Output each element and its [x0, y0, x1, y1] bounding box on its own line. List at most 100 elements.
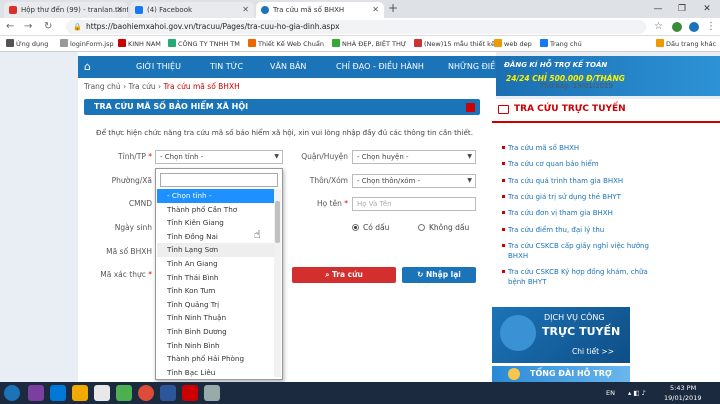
sidebar-item[interactable]: Tra cứu CSKCB Ký hợp đồng khám, chữa bện…: [502, 267, 658, 287]
sidebar-item[interactable]: Tra cứu đơn vị tham gia BHXH: [502, 208, 658, 218]
thonxom-select[interactable]: - Chọn thôn/xóm - ▼: [352, 174, 476, 188]
bookmark-item[interactable]: web dep: [494, 39, 532, 48]
dropdown-option[interactable]: - Chọn tỉnh -: [157, 189, 274, 203]
close-window-button[interactable]: ✕: [695, 0, 719, 18]
gmail-icon: [9, 6, 17, 14]
radio-codau[interactable]: Có dấu: [352, 223, 389, 232]
star-icon[interactable]: ☆: [654, 21, 663, 32]
bookmark-item[interactable]: Trang chủ: [540, 39, 582, 48]
dropdown-option[interactable]: Tỉnh Ninh Bình: [157, 339, 274, 353]
dropdown-option[interactable]: Tỉnh Thái Bình: [157, 271, 274, 285]
dropdown-scrollbar[interactable]: [274, 189, 281, 377]
hotline-banner[interactable]: TỔNG ĐÀI HỖ TRỢ: [492, 366, 630, 382]
cursor-hand-icon: ☝: [254, 228, 261, 241]
url-input[interactable]: 🔒 https://baohiemxahoi.gov.vn/tracuu/Pag…: [66, 20, 646, 34]
start-button[interactable]: [4, 385, 20, 401]
guide-link[interactable]: Hướng dẫn tra cứu: [402, 103, 467, 111]
url-text: https://baohiemxahoi.gov.vn/tracuu/Pages…: [86, 22, 340, 31]
close-tab-icon[interactable]: ✕: [242, 2, 249, 18]
bookmark-apps[interactable]: Ứng dụng: [6, 39, 48, 48]
scrollbar-thumb[interactable]: [275, 201, 280, 243]
taskbar-app-icon[interactable]: [204, 385, 220, 401]
taskbar-app-icon[interactable]: [116, 385, 132, 401]
bookmark-item[interactable]: NHÀ ĐẸP, BIỆT THỰ: [332, 39, 406, 48]
dropdown-option[interactable]: Thành phố Hải Phòng: [157, 352, 274, 366]
tab-gmail[interactable]: Hộp thư đến (99) - tranlan.tanthuan ✕: [4, 2, 128, 18]
dropdown-option[interactable]: Tỉnh Lạng Sơn: [157, 243, 274, 257]
chevron-down-icon: ▼: [274, 153, 279, 160]
taskbar-app-icon[interactable]: [160, 385, 176, 401]
radio-icon: [418, 224, 425, 231]
maximize-button[interactable]: ❐: [670, 0, 694, 18]
breadcrumb-item[interactable]: Tra cứu: [128, 82, 155, 91]
dropdown-option[interactable]: Tỉnh Bạc Liêu: [157, 366, 274, 380]
label-maxacthuc: Mã xác thực *: [100, 270, 152, 279]
book-icon[interactable]: [466, 103, 475, 112]
taskbar-app-icon[interactable]: [28, 385, 44, 401]
clock-date[interactable]: 19/01/2019: [664, 394, 701, 402]
taskbar-app-icon[interactable]: [72, 385, 88, 401]
sidebar-item[interactable]: Tra cứu CSKCB cấp giấy nghỉ việc hưởng B…: [502, 241, 658, 261]
home-icon[interactable]: ⌂: [84, 56, 100, 78]
dropdown-option[interactable]: Tỉnh An Giang: [157, 257, 274, 271]
radio-khongdau[interactable]: Không dấu: [418, 223, 469, 232]
bookmark-item[interactable]: (New)15 mẫu thiết kế: [414, 39, 495, 48]
close-tab-icon[interactable]: ✕: [372, 2, 379, 18]
forward-icon[interactable]: →: [24, 21, 32, 32]
nav-item[interactable]: TIN TỨC: [210, 56, 243, 78]
reset-button[interactable]: ↻ Nhập lại: [402, 267, 476, 283]
new-tab-button[interactable]: +: [388, 1, 398, 15]
details-link[interactable]: Chi tiết >>: [572, 347, 614, 356]
dropdown-option[interactable]: Tỉnh Kon Tum: [157, 284, 274, 298]
language-indicator[interactable]: EN: [606, 389, 615, 397]
dropdown-option[interactable]: Tỉnh Quảng Trị: [157, 298, 274, 312]
breadcrumb-current: Tra cứu mã số BHXH: [163, 82, 240, 91]
clock-time[interactable]: 5:43 PM: [670, 384, 696, 392]
extension-icon[interactable]: [672, 22, 682, 32]
tab-bhxh[interactable]: Tra cứu mã số BHXH ✕: [256, 2, 384, 18]
sidebar-item[interactable]: Tra cứu mã số BHXH: [502, 143, 658, 153]
profile-icon[interactable]: [689, 22, 699, 32]
bookmark-item[interactable]: KINH NAM: [118, 39, 161, 48]
breadcrumb-home[interactable]: Trang chủ: [84, 82, 121, 91]
facebook-icon: [540, 39, 548, 47]
search-button[interactable]: ⌕ Tra cứu: [292, 267, 396, 283]
windows-taskbar: EN ▴ ◧ ♪ 5:43 PM 19/01/2019: [0, 382, 720, 404]
sidebar-item[interactable]: Tra cứu cơ quan bảo hiểm: [502, 159, 658, 169]
radio-selected-icon: [352, 224, 359, 231]
tab-title: Tra cứu mã số BHXH: [273, 6, 345, 14]
minimize-button[interactable]: —: [646, 0, 670, 18]
tray-icons[interactable]: ▴ ◧ ♪: [628, 389, 646, 397]
bookmark-item[interactable]: CÔNG TY TNHH TM: [168, 39, 240, 48]
nav-item[interactable]: VĂN BẢN: [270, 56, 306, 78]
chrome-icon[interactable]: [138, 385, 154, 401]
back-icon[interactable]: ←: [6, 21, 14, 32]
quanhuyen-select[interactable]: - Chọn huyện - ▼: [352, 150, 476, 164]
dropdown-option[interactable]: Thành phố Cần Thơ: [157, 203, 274, 217]
promo-banner[interactable]: ĐĂNG KÍ HỖ TRỢ KẾ TOÁN 24/24 CHỈ 500.000…: [496, 56, 720, 96]
sidebar-item[interactable]: Tra cứu điểm thu, đại lý thu: [502, 225, 658, 235]
chevron-down-icon: ▼: [467, 177, 472, 184]
reload-icon[interactable]: ↻: [44, 21, 52, 32]
panel-title: TRA CỨU MÃ SỐ BẢO HIỂM XÃ HỘI: [94, 102, 249, 111]
bookmark-item[interactable]: Thiết Kế Web Chuẩn: [248, 39, 324, 48]
sidebar-item[interactable]: Tra cứu giá trị sử dụng thẻ BHYT: [502, 192, 658, 202]
dropdown-option[interactable]: Tỉnh Bình Dương: [157, 325, 274, 339]
tab-facebook[interactable]: (4) Facebook ✕: [130, 2, 254, 18]
taskbar-app-icon[interactable]: [94, 385, 110, 401]
close-tab-icon[interactable]: ✕: [116, 2, 123, 18]
dropdown-search-input[interactable]: [160, 173, 278, 187]
sidebar-item[interactable]: Tra cứu quá trình tham gia BHXH: [502, 176, 658, 186]
menu-icon[interactable]: ⋮: [706, 21, 716, 32]
taskbar-app-icon[interactable]: [182, 385, 198, 401]
online-service-banner[interactable]: DỊCH VỤ CÔNG TRỰC TUYẾN Chi tiết >>: [492, 307, 630, 363]
nav-item[interactable]: CHỈ ĐẠO - ĐIỀU HÀNH: [336, 56, 424, 78]
tinh-select[interactable]: - Chọn tỉnh - ▼: [155, 150, 283, 164]
bookmark-item[interactable]: loginForm.jsp: [60, 39, 114, 48]
bookmark-other[interactable]: Dấu trang khác: [656, 39, 716, 48]
hoten-input[interactable]: Họ Và Tên: [352, 197, 476, 211]
dropdown-option[interactable]: Tỉnh Ninh Thuận: [157, 311, 274, 325]
taskbar-app-icon[interactable]: [50, 385, 66, 401]
bookmarks-bar: Ứng dụng loginForm.jsp KINH NAM CÔNG TY …: [0, 36, 720, 52]
nav-item[interactable]: GIỚI THIỆU: [136, 56, 181, 78]
